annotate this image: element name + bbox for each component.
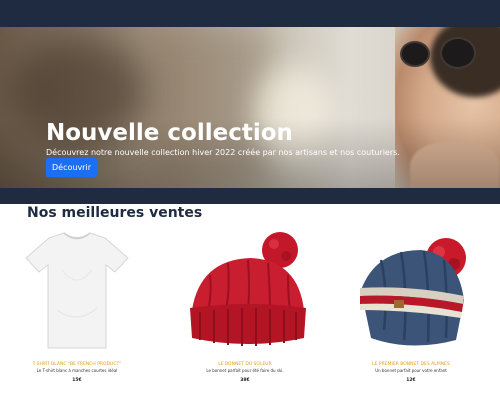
sunglasses-lens [400,41,430,67]
tshirt-image[interactable] [2,230,152,355]
product-card[interactable]: T-shirt blanc "Be French Product" Le T-s… [2,230,152,390]
product-card[interactable]: Le bonnet du soleur Le bonnet parfait po… [170,230,320,390]
product-name[interactable]: T-shirt blanc "Be French Product" [2,362,152,367]
red-beanie-image[interactable] [170,230,320,355]
product-description: Un bonnet parfait pour votre enfant [375,368,447,373]
product-name[interactable]: Le premier bonnet des Alpines [336,362,486,367]
product-description: Le T-shirt blanc à manches courtes idéal [36,368,118,373]
discover-button[interactable]: Découvrir [46,158,97,177]
top-navbar [0,0,500,27]
hero-title: Nouvelle collection [46,120,293,146]
sunglasses-lens [440,37,476,69]
product-description: Le bonnet parfait pour été faire du ski. [206,368,284,373]
hero-subtitle: Découvrez notre nouvelle collection hive… [46,148,400,157]
product-price: 15€ [72,378,82,383]
section-title: Nos meilleures ventes [27,205,203,221]
hero-bottom-bar [0,188,500,204]
product-card[interactable]: Le premier bonnet des Alpines Un bonnet … [336,230,486,390]
product-price: 38€ [240,378,250,383]
product-name[interactable]: Le bonnet du soleur [170,362,320,367]
blue-beanie-image[interactable] [336,230,486,355]
product-price: 12€ [406,378,416,383]
